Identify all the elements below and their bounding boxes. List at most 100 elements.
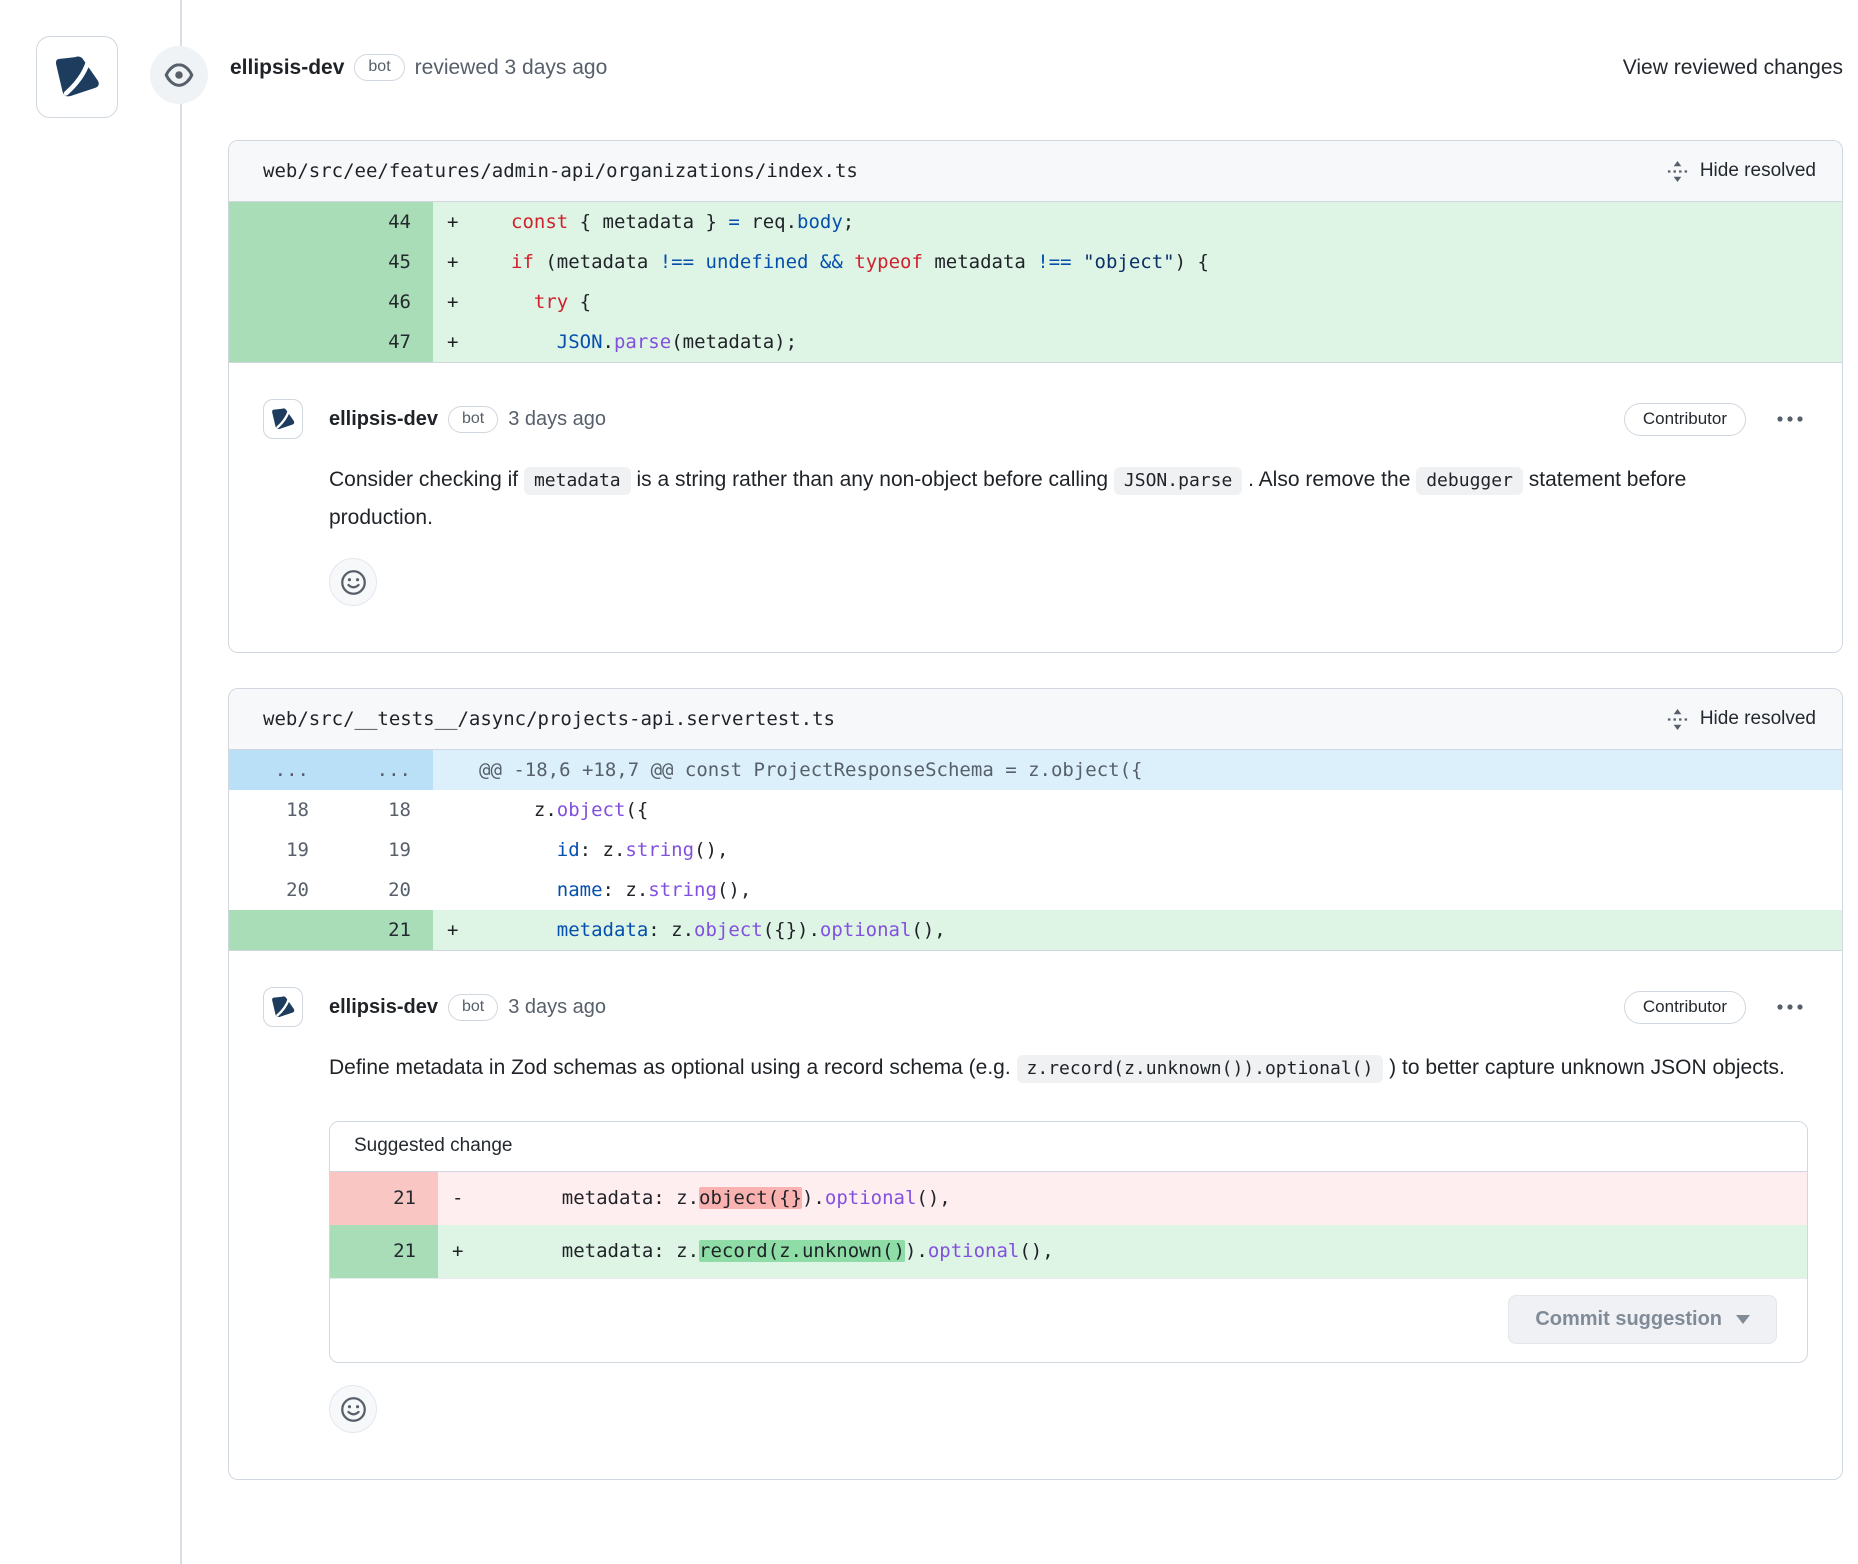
comment-author-link[interactable]: ellipsis-dev xyxy=(329,996,438,1019)
old-line-number[interactable] xyxy=(229,242,331,282)
eye-icon xyxy=(164,60,194,90)
new-line-number[interactable]: 45 xyxy=(331,242,433,282)
add-reaction-button[interactable] xyxy=(329,1385,377,1433)
code-token: record(z.unknown() xyxy=(699,1240,905,1262)
diff-line: 1919 id: z.string(), xyxy=(229,830,1842,870)
code-token: !== xyxy=(1037,251,1071,273)
kebab-icon xyxy=(1776,1003,1804,1011)
code-token: . xyxy=(603,331,614,353)
code-token xyxy=(511,839,557,861)
code-token: id xyxy=(557,839,580,861)
new-line-number[interactable]: 47 xyxy=(331,322,433,362)
new-line-number[interactable]: 18 xyxy=(331,790,433,830)
diff-line: 21+ metadata: z.object({}).optional(), xyxy=(229,910,1842,950)
old-line-number[interactable] xyxy=(229,910,331,950)
new-line-number[interactable]: 19 xyxy=(331,830,433,870)
eye-badge xyxy=(150,46,208,104)
code-token: (), xyxy=(717,879,751,901)
code-token: object xyxy=(557,799,626,821)
review-thread-card: web/src/ee/features/admin-api/organizati… xyxy=(228,140,1843,653)
old-line-number[interactable]: 19 xyxy=(229,830,331,870)
inline-code: JSON.parse xyxy=(1114,467,1242,495)
comment-author-link[interactable]: ellipsis-dev xyxy=(329,408,438,431)
code-token: req. xyxy=(740,211,797,233)
comment-avatar[interactable] xyxy=(263,987,303,1027)
comment-avatar[interactable] xyxy=(263,399,303,439)
code-token: metadata: z. xyxy=(516,1187,699,1209)
code-token: ({ xyxy=(625,799,648,821)
diff-marker: + xyxy=(433,242,479,282)
new-line-number[interactable]: 20 xyxy=(331,870,433,910)
new-line-gutter[interactable]: ... xyxy=(331,750,433,790)
diff-marker xyxy=(433,830,479,870)
old-line-gutter[interactable]: ... xyxy=(229,750,331,790)
reviewer-avatar[interactable] xyxy=(36,36,118,118)
code-token: metadata: z. xyxy=(516,1240,699,1262)
old-line-number[interactable]: 20 xyxy=(229,870,331,910)
code-token: string xyxy=(648,879,717,901)
reviewer-name-link[interactable]: ellipsis-dev xyxy=(230,56,344,80)
code-token xyxy=(1072,251,1083,273)
review-comment: ellipsis-dev bot 3 days ago Contributor … xyxy=(229,951,1842,1479)
code-token: const xyxy=(511,211,568,233)
comment-timestamp-link[interactable]: 3 days ago xyxy=(508,408,606,431)
comment-timestamp-link[interactable]: 3 days ago xyxy=(508,996,606,1019)
code-token: ({}). xyxy=(763,919,820,941)
file-path-link[interactable]: web/src/ee/features/admin-api/organizati… xyxy=(263,160,858,182)
review-comment: ellipsis-dev bot 3 days ago Contributor … xyxy=(229,363,1842,652)
hide-resolved-button[interactable]: Hide resolved xyxy=(1666,708,1816,731)
hide-resolved-button[interactable]: Hide resolved xyxy=(1666,160,1816,183)
code-token: (), xyxy=(916,1187,950,1209)
comment-options-button[interactable] xyxy=(1772,999,1808,1015)
code-line: metadata: z.record(z.unknown()).optional… xyxy=(484,1225,1807,1278)
code-token: z. xyxy=(511,799,557,821)
line-number: 21 xyxy=(330,1225,438,1278)
code-token xyxy=(511,331,557,353)
diff-marker: + xyxy=(433,282,479,322)
old-line-number[interactable] xyxy=(229,322,331,362)
code-token: (metadata); xyxy=(671,331,797,353)
code-token xyxy=(511,879,557,901)
pr-review-page: ellipsis-dev bot reviewed 3 days ago Vie… xyxy=(0,0,1858,1564)
diff-block: 44+const { metadata } = req.body;45+if (… xyxy=(229,202,1842,363)
triangle-down-icon xyxy=(1736,1315,1750,1324)
diff-line: 2020 name: z.string(), xyxy=(229,870,1842,910)
code-line: if (metadata !== undefined && typeof met… xyxy=(479,242,1842,282)
unfold-icon xyxy=(1666,160,1689,183)
code-token: try xyxy=(534,291,568,313)
old-line-number[interactable] xyxy=(229,202,331,242)
new-line-number[interactable]: 44 xyxy=(331,202,433,242)
old-line-number[interactable]: 18 xyxy=(229,790,331,830)
inline-code: debugger xyxy=(1416,467,1523,495)
commit-suggestion-button[interactable]: Commit suggestion xyxy=(1508,1295,1777,1344)
new-line-number[interactable]: 46 xyxy=(331,282,433,322)
diff-marker: + xyxy=(433,202,479,242)
bot-badge: bot xyxy=(448,406,498,433)
code-token: !== xyxy=(660,251,694,273)
code-token: undefined xyxy=(706,251,809,273)
suggested-change-block: Suggested change 21- metadata: z.object(… xyxy=(329,1121,1808,1363)
code-token: optional xyxy=(825,1187,917,1209)
code-line: name: z.string(), xyxy=(479,870,1842,910)
author-association-badge: Contributor xyxy=(1624,403,1746,436)
diff-marker: + xyxy=(433,322,479,362)
code-token xyxy=(511,919,557,941)
comment-options-button[interactable] xyxy=(1772,411,1808,427)
code-token: ; xyxy=(843,211,854,233)
code-token: : z. xyxy=(603,879,649,901)
suggestion-diff-line: 21- metadata: z.object({}).optional(), xyxy=(330,1172,1807,1225)
code-token xyxy=(511,291,534,313)
diff-marker: - xyxy=(438,1172,484,1225)
new-line-number[interactable]: 21 xyxy=(331,910,433,950)
old-line-number[interactable] xyxy=(229,282,331,322)
code-token: JSON xyxy=(557,331,603,353)
file-path-link[interactable]: web/src/__tests__/async/projects-api.ser… xyxy=(263,708,835,730)
view-reviewed-changes-link[interactable]: View reviewed changes xyxy=(1623,56,1843,80)
add-reaction-button[interactable] xyxy=(329,558,377,606)
code-line: z.object({ xyxy=(479,790,1842,830)
code-token: = xyxy=(728,211,739,233)
code-token: ) { xyxy=(1175,251,1209,273)
code-token: metadata xyxy=(923,251,1037,273)
suggestion-footer: Commit suggestion xyxy=(330,1278,1807,1362)
commit-suggestion-label: Commit suggestion xyxy=(1535,1308,1722,1331)
